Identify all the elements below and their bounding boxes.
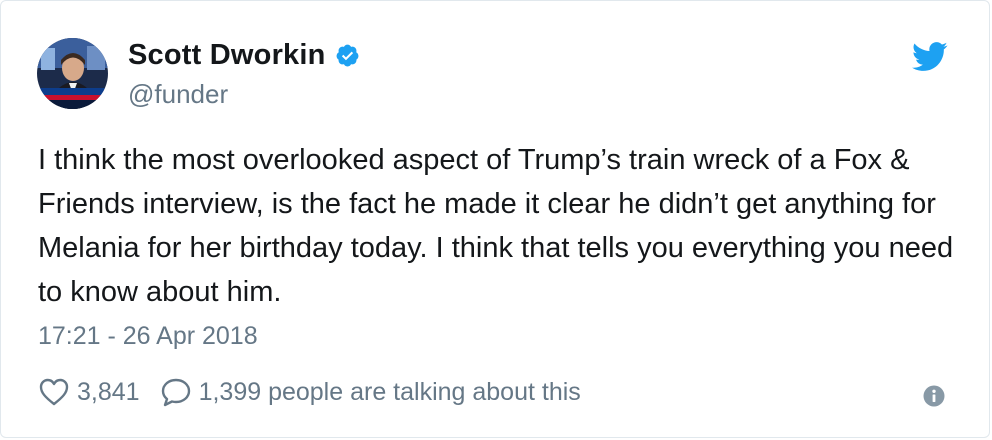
avatar[interactable] [37, 38, 108, 109]
speech-bubble-icon [161, 378, 190, 407]
tweet-text: I think the most overlooked aspect of Tr… [38, 144, 954, 308]
twitter-bird-icon[interactable] [912, 42, 948, 72]
heart-icon [39, 378, 69, 406]
verified-badge-icon [335, 43, 360, 68]
author-name-row[interactable]: Scott Dworkin [128, 39, 360, 72]
avatar-image [37, 38, 108, 109]
tweet-timestamp[interactable]: 17:21 - 26 Apr 2018 [38, 322, 258, 351]
info-icon[interactable] [923, 385, 945, 407]
author-display-name[interactable]: Scott Dworkin [128, 39, 326, 72]
talking-count-text: 1,399 people are talking about this [198, 377, 581, 406]
like-count: 3,841 [77, 377, 140, 406]
reply-conversation-button[interactable]: 1,399 people are talking about this [160, 377, 581, 407]
like-button[interactable]: 3,841 [38, 377, 140, 407]
author-handle[interactable]: @funder [128, 79, 228, 110]
tweet-actions: 3,841 1,399 people are talking about thi… [38, 377, 581, 407]
tweet-card: Scott Dworkin @funder I think the most o… [0, 0, 990, 438]
